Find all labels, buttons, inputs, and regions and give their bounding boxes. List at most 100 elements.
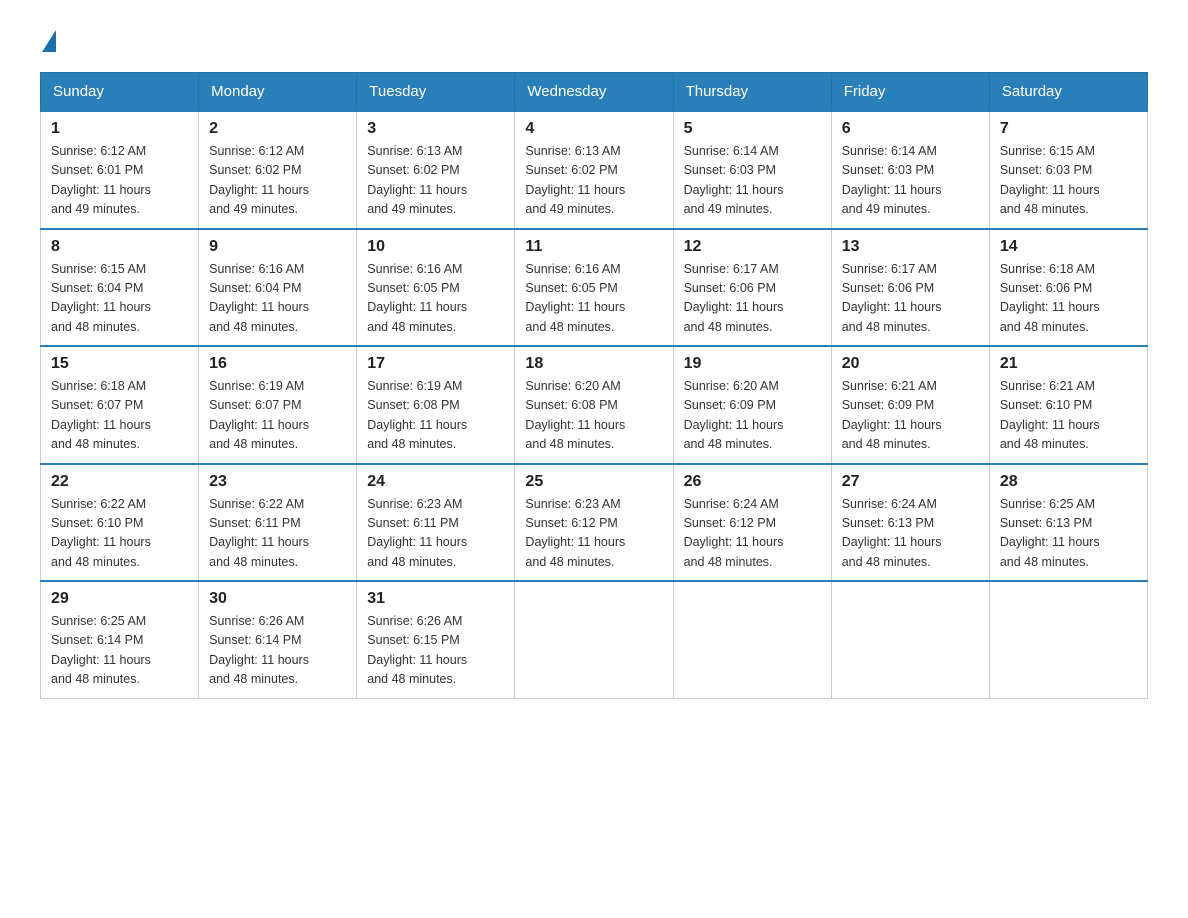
day-number: 3 [367, 120, 504, 138]
page-header [40, 30, 1148, 52]
day-number: 4 [525, 120, 662, 138]
day-number: 8 [51, 238, 188, 256]
day-number: 11 [525, 238, 662, 256]
day-info: Sunrise: 6:24 AM Sunset: 6:12 PM Dayligh… [684, 495, 821, 573]
day-info: Sunrise: 6:17 AM Sunset: 6:06 PM Dayligh… [842, 260, 979, 338]
weekday-header-monday: Monday [199, 73, 357, 112]
calendar-cell: 8 Sunrise: 6:15 AM Sunset: 6:04 PM Dayli… [41, 229, 199, 347]
day-number: 26 [684, 473, 821, 491]
calendar-cell: 29 Sunrise: 6:25 AM Sunset: 6:14 PM Dayl… [41, 581, 199, 698]
day-info: Sunrise: 6:21 AM Sunset: 6:09 PM Dayligh… [842, 377, 979, 455]
day-info: Sunrise: 6:18 AM Sunset: 6:07 PM Dayligh… [51, 377, 188, 455]
day-info: Sunrise: 6:13 AM Sunset: 6:02 PM Dayligh… [525, 142, 662, 220]
day-number: 29 [51, 590, 188, 608]
calendar-table: SundayMondayTuesdayWednesdayThursdayFrid… [40, 72, 1148, 699]
weekday-header-wednesday: Wednesday [515, 73, 673, 112]
day-number: 16 [209, 355, 346, 373]
calendar-cell: 23 Sunrise: 6:22 AM Sunset: 6:11 PM Dayl… [199, 464, 357, 582]
calendar-cell: 21 Sunrise: 6:21 AM Sunset: 6:10 PM Dayl… [989, 346, 1147, 464]
calendar-cell: 17 Sunrise: 6:19 AM Sunset: 6:08 PM Dayl… [357, 346, 515, 464]
calendar-cell: 2 Sunrise: 6:12 AM Sunset: 6:02 PM Dayli… [199, 111, 357, 229]
day-number: 27 [842, 473, 979, 491]
calendar-cell: 30 Sunrise: 6:26 AM Sunset: 6:14 PM Dayl… [199, 581, 357, 698]
day-info: Sunrise: 6:17 AM Sunset: 6:06 PM Dayligh… [684, 260, 821, 338]
logo [40, 30, 58, 52]
day-number: 9 [209, 238, 346, 256]
day-info: Sunrise: 6:16 AM Sunset: 6:05 PM Dayligh… [367, 260, 504, 338]
calendar-cell: 1 Sunrise: 6:12 AM Sunset: 6:01 PM Dayli… [41, 111, 199, 229]
calendar-cell: 18 Sunrise: 6:20 AM Sunset: 6:08 PM Dayl… [515, 346, 673, 464]
calendar-header-row: SundayMondayTuesdayWednesdayThursdayFrid… [41, 73, 1148, 112]
calendar-cell [673, 581, 831, 698]
day-number: 15 [51, 355, 188, 373]
weekday-header-thursday: Thursday [673, 73, 831, 112]
day-info: Sunrise: 6:25 AM Sunset: 6:14 PM Dayligh… [51, 612, 188, 690]
day-info: Sunrise: 6:20 AM Sunset: 6:08 PM Dayligh… [525, 377, 662, 455]
day-number: 2 [209, 120, 346, 138]
calendar-week-row-2: 8 Sunrise: 6:15 AM Sunset: 6:04 PM Dayli… [41, 229, 1148, 347]
calendar-cell [989, 581, 1147, 698]
day-info: Sunrise: 6:23 AM Sunset: 6:11 PM Dayligh… [367, 495, 504, 573]
logo-triangle-icon [42, 30, 56, 52]
day-info: Sunrise: 6:18 AM Sunset: 6:06 PM Dayligh… [1000, 260, 1137, 338]
calendar-cell: 28 Sunrise: 6:25 AM Sunset: 6:13 PM Dayl… [989, 464, 1147, 582]
day-number: 5 [684, 120, 821, 138]
day-number: 31 [367, 590, 504, 608]
day-info: Sunrise: 6:24 AM Sunset: 6:13 PM Dayligh… [842, 495, 979, 573]
day-number: 17 [367, 355, 504, 373]
calendar-week-row-5: 29 Sunrise: 6:25 AM Sunset: 6:14 PM Dayl… [41, 581, 1148, 698]
calendar-cell: 16 Sunrise: 6:19 AM Sunset: 6:07 PM Dayl… [199, 346, 357, 464]
day-info: Sunrise: 6:12 AM Sunset: 6:01 PM Dayligh… [51, 142, 188, 220]
calendar-cell: 11 Sunrise: 6:16 AM Sunset: 6:05 PM Dayl… [515, 229, 673, 347]
day-number: 10 [367, 238, 504, 256]
calendar-cell: 14 Sunrise: 6:18 AM Sunset: 6:06 PM Dayl… [989, 229, 1147, 347]
calendar-cell: 4 Sunrise: 6:13 AM Sunset: 6:02 PM Dayli… [515, 111, 673, 229]
calendar-cell: 31 Sunrise: 6:26 AM Sunset: 6:15 PM Dayl… [357, 581, 515, 698]
day-info: Sunrise: 6:14 AM Sunset: 6:03 PM Dayligh… [684, 142, 821, 220]
calendar-cell: 10 Sunrise: 6:16 AM Sunset: 6:05 PM Dayl… [357, 229, 515, 347]
day-number: 14 [1000, 238, 1137, 256]
day-info: Sunrise: 6:26 AM Sunset: 6:14 PM Dayligh… [209, 612, 346, 690]
weekday-header-friday: Friday [831, 73, 989, 112]
calendar-cell: 24 Sunrise: 6:23 AM Sunset: 6:11 PM Dayl… [357, 464, 515, 582]
day-number: 18 [525, 355, 662, 373]
weekday-header-sunday: Sunday [41, 73, 199, 112]
day-info: Sunrise: 6:20 AM Sunset: 6:09 PM Dayligh… [684, 377, 821, 455]
day-info: Sunrise: 6:12 AM Sunset: 6:02 PM Dayligh… [209, 142, 346, 220]
calendar-cell: 5 Sunrise: 6:14 AM Sunset: 6:03 PM Dayli… [673, 111, 831, 229]
day-info: Sunrise: 6:19 AM Sunset: 6:07 PM Dayligh… [209, 377, 346, 455]
calendar-cell: 12 Sunrise: 6:17 AM Sunset: 6:06 PM Dayl… [673, 229, 831, 347]
day-info: Sunrise: 6:16 AM Sunset: 6:05 PM Dayligh… [525, 260, 662, 338]
calendar-cell: 26 Sunrise: 6:24 AM Sunset: 6:12 PM Dayl… [673, 464, 831, 582]
day-info: Sunrise: 6:21 AM Sunset: 6:10 PM Dayligh… [1000, 377, 1137, 455]
day-number: 13 [842, 238, 979, 256]
day-info: Sunrise: 6:19 AM Sunset: 6:08 PM Dayligh… [367, 377, 504, 455]
day-number: 6 [842, 120, 979, 138]
weekday-header-saturday: Saturday [989, 73, 1147, 112]
calendar-cell: 27 Sunrise: 6:24 AM Sunset: 6:13 PM Dayl… [831, 464, 989, 582]
day-number: 28 [1000, 473, 1137, 491]
day-number: 12 [684, 238, 821, 256]
calendar-cell: 9 Sunrise: 6:16 AM Sunset: 6:04 PM Dayli… [199, 229, 357, 347]
day-info: Sunrise: 6:25 AM Sunset: 6:13 PM Dayligh… [1000, 495, 1137, 573]
weekday-header-tuesday: Tuesday [357, 73, 515, 112]
calendar-cell [515, 581, 673, 698]
calendar-cell [831, 581, 989, 698]
day-number: 1 [51, 120, 188, 138]
day-number: 25 [525, 473, 662, 491]
calendar-cell: 13 Sunrise: 6:17 AM Sunset: 6:06 PM Dayl… [831, 229, 989, 347]
day-info: Sunrise: 6:16 AM Sunset: 6:04 PM Dayligh… [209, 260, 346, 338]
day-info: Sunrise: 6:22 AM Sunset: 6:11 PM Dayligh… [209, 495, 346, 573]
calendar-cell: 20 Sunrise: 6:21 AM Sunset: 6:09 PM Dayl… [831, 346, 989, 464]
day-number: 22 [51, 473, 188, 491]
day-number: 30 [209, 590, 346, 608]
day-info: Sunrise: 6:15 AM Sunset: 6:04 PM Dayligh… [51, 260, 188, 338]
day-number: 23 [209, 473, 346, 491]
calendar-cell: 7 Sunrise: 6:15 AM Sunset: 6:03 PM Dayli… [989, 111, 1147, 229]
day-number: 21 [1000, 355, 1137, 373]
day-info: Sunrise: 6:26 AM Sunset: 6:15 PM Dayligh… [367, 612, 504, 690]
calendar-week-row-3: 15 Sunrise: 6:18 AM Sunset: 6:07 PM Dayl… [41, 346, 1148, 464]
calendar-cell: 25 Sunrise: 6:23 AM Sunset: 6:12 PM Dayl… [515, 464, 673, 582]
calendar-cell: 3 Sunrise: 6:13 AM Sunset: 6:02 PM Dayli… [357, 111, 515, 229]
day-number: 19 [684, 355, 821, 373]
